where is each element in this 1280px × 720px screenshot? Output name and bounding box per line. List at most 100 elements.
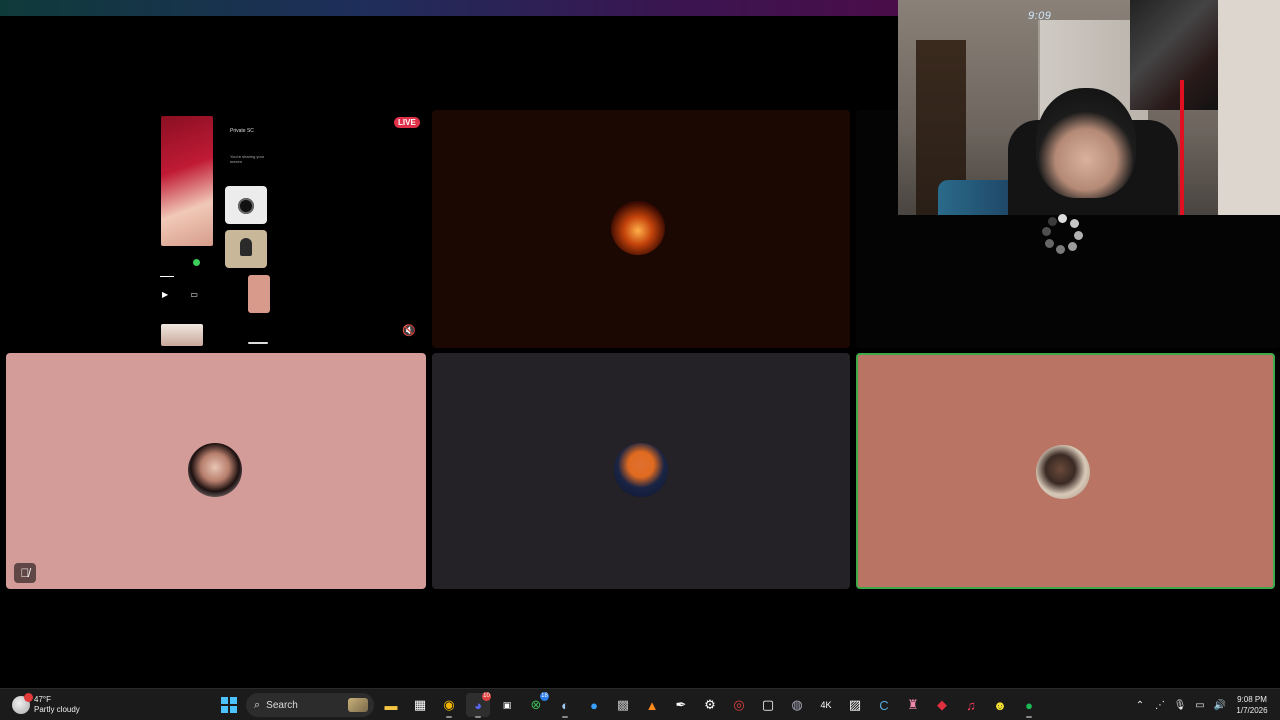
webcam-red-light (1180, 80, 1184, 215)
phone-header: Private SC (230, 128, 254, 134)
spotify-icon: ● (1025, 697, 1033, 713)
system-tray: ⌃ ⋰ 🎙 ▭ 🔊 (1130, 691, 1230, 719)
phone-thumbnail (161, 324, 203, 346)
participant-juice-avatar (614, 443, 668, 497)
store-icon: ▦ (413, 697, 427, 712)
red-ring-icon: ◎ (733, 697, 745, 712)
settings-button[interactable]: ⚙ (698, 693, 722, 717)
discord-badge: 10 (482, 692, 491, 701)
network-icon[interactable]: ⋰ (1150, 700, 1170, 711)
participant-tile-3[interactable] (432, 353, 850, 589)
music-icon: ♫ (966, 697, 976, 713)
app-red-square-button[interactable]: ◆ (930, 693, 954, 717)
windows-icon (221, 697, 237, 713)
epic-games-button[interactable]: ▣ (495, 693, 519, 717)
phone-subtext: You're sharing your screen (230, 154, 265, 164)
cloud-icon (12, 693, 33, 714)
file-explorer-button[interactable]: ▬ (379, 693, 403, 717)
discord-icon: ◕ (474, 697, 482, 713)
phone-progress (160, 276, 174, 277)
minecraft-button[interactable]: ▩ (611, 693, 635, 717)
figure-icon: ♜ (907, 697, 919, 712)
blue-circle-icon: ● (590, 697, 598, 713)
phone-controls: ▶ ▭ (162, 290, 208, 299)
call-stage: Private SC You're sharing your screen ▶ … (0, 0, 1280, 688)
yellow-face-icon: ☻ (993, 697, 1007, 713)
taskbar: 47°F Partly cloudy ⌕ Search ▬ ▦ ◉ ◕ 10 ▣ … (0, 688, 1280, 720)
discord-button[interactable]: ◕ 10 (466, 692, 491, 718)
weather-text: 47°F Partly cloudy (34, 695, 80, 715)
top-gradient-strip (0, 0, 898, 16)
clock-time: 9:08 PM (1237, 695, 1267, 704)
chrome-icon: ◉ (443, 697, 455, 712)
phone-card-avatar (225, 230, 267, 268)
app-pen-button[interactable]: ✒ (669, 693, 693, 717)
red-square-icon: ◆ (937, 697, 947, 712)
epic-games-icon: ▣ (502, 699, 512, 710)
weather-widget[interactable]: 47°F Partly cloudy (12, 692, 80, 718)
online-dot (193, 259, 200, 266)
xbox-button[interactable]: ⊗ 18 (524, 692, 549, 717)
participant-tile-2[interactable]: 🎙̸ (6, 353, 426, 589)
search-icon: ⌕ (254, 698, 261, 711)
phone-home-bar (248, 342, 268, 344)
screen-share-tile[interactable]: Private SC You're sharing your screen ▶ … (160, 110, 426, 348)
app-stripes-button[interactable]: ▨ (843, 693, 867, 717)
chevron-up-icon[interactable]: ⌃ (1130, 700, 1150, 711)
chrome-button[interactable]: ◉ (437, 693, 461, 718)
participant-tile-1[interactable] (432, 110, 850, 348)
phone-card-thumb (248, 275, 270, 313)
steam-button[interactable]: ◐ (553, 693, 577, 718)
webcam-person (1036, 88, 1136, 198)
weather-temp: 47°F (34, 695, 51, 704)
minecraft-icon: ▩ (616, 697, 630, 712)
display-icon[interactable]: ▭ (1190, 700, 1210, 711)
gray-app-icon: ◍ (791, 697, 803, 712)
phone-photo (161, 116, 213, 246)
app-orange-button[interactable]: ▲ (640, 693, 664, 717)
search-highlight-icon (348, 698, 368, 712)
taskbar-clock[interactable]: 9:08 PM 1/7/2026 (1230, 694, 1274, 716)
capcut-icon: ▢ (761, 697, 775, 712)
search-label: Search (266, 699, 298, 711)
capcut-button[interactable]: ▢ (756, 693, 780, 717)
start-button[interactable] (217, 693, 241, 717)
participant-cat-avatar (1036, 445, 1090, 499)
live-badge: LIVE (394, 117, 420, 128)
app-blue-button[interactable]: ● (582, 693, 606, 717)
microphone-icon[interactable]: 🎙 (1170, 700, 1190, 711)
weather-desc: Partly cloudy (34, 705, 80, 714)
4k-icon: 4K (820, 700, 832, 710)
participant-woman-avatar (188, 443, 242, 497)
clock-date: 1/7/2026 (1236, 706, 1268, 715)
stripes-icon: ▨ (848, 697, 862, 712)
app-red-button[interactable]: ◎ (727, 693, 751, 717)
xbox-badge: 18 (540, 692, 549, 701)
xbox-icon: ⊗ (530, 697, 542, 712)
c-app-icon: C (879, 697, 889, 713)
app-gray-button[interactable]: ◍ (785, 693, 809, 717)
loading-spinner-icon (1040, 214, 1086, 254)
search-box[interactable]: ⌕ Search (246, 693, 374, 717)
app-yellow-button[interactable]: ☻ (988, 693, 1012, 717)
app-figure-button[interactable]: ♜ (901, 693, 925, 717)
app-c-button[interactable]: C (872, 693, 896, 717)
weather-alert-dot (24, 693, 33, 702)
music-button[interactable]: ♫ (959, 693, 983, 717)
orange-app-icon: ▲ (645, 697, 659, 713)
store-button[interactable]: ▦ (408, 693, 432, 717)
webcam-overlay: 9:09 (898, 0, 1280, 215)
speaker-muted-icon[interactable]: 🔇 (402, 324, 416, 338)
spotify-button[interactable]: ● (1017, 693, 1041, 718)
webcam-clock-overlay: 9:09 (1028, 10, 1052, 22)
webcam-posters (1130, 0, 1220, 110)
mic-muted-icon: 🎙̸ (14, 563, 36, 583)
shared-phone-screen: Private SC You're sharing your screen ▶ … (160, 110, 272, 348)
volume-icon[interactable]: 🔊 (1210, 700, 1230, 711)
app-4k-button[interactable]: 4K (814, 693, 838, 717)
participant-tile-4-speaking[interactable] (856, 353, 1275, 589)
webcam-wall (1218, 0, 1280, 215)
pen-icon: ✒ (675, 697, 687, 712)
steam-icon: ◐ (561, 697, 569, 713)
folder-icon: ▬ (384, 697, 398, 713)
